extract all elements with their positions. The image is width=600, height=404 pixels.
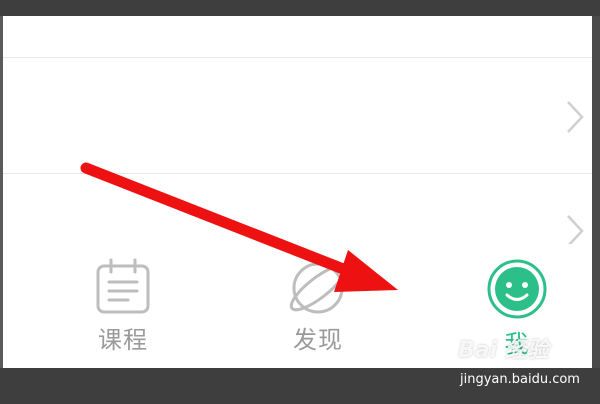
list-item[interactable]: [3, 174, 592, 247]
bottom-frame-bar: [0, 368, 600, 404]
chevron-right-icon: [567, 101, 584, 133]
tab-label: 课程: [98, 326, 148, 354]
bottom-tab-bar: 课程 发现 我: [3, 244, 592, 368]
planet-icon: [289, 262, 347, 314]
tab-me[interactable]: 我: [457, 258, 577, 362]
tab-discover[interactable]: 发现: [258, 258, 378, 362]
calendar-icon: [96, 258, 150, 314]
list-item[interactable]: [3, 16, 592, 58]
app-screen: 课程 发现 我: [3, 16, 592, 368]
smiley-icon: [487, 259, 547, 319]
list-item[interactable]: [3, 58, 592, 174]
top-frame-bar: [0, 0, 600, 16]
tab-courses[interactable]: 课程: [63, 258, 183, 362]
right-frame-edge: [592, 16, 600, 368]
tab-label: 我: [504, 330, 530, 358]
tab-label: 发现: [293, 326, 343, 354]
